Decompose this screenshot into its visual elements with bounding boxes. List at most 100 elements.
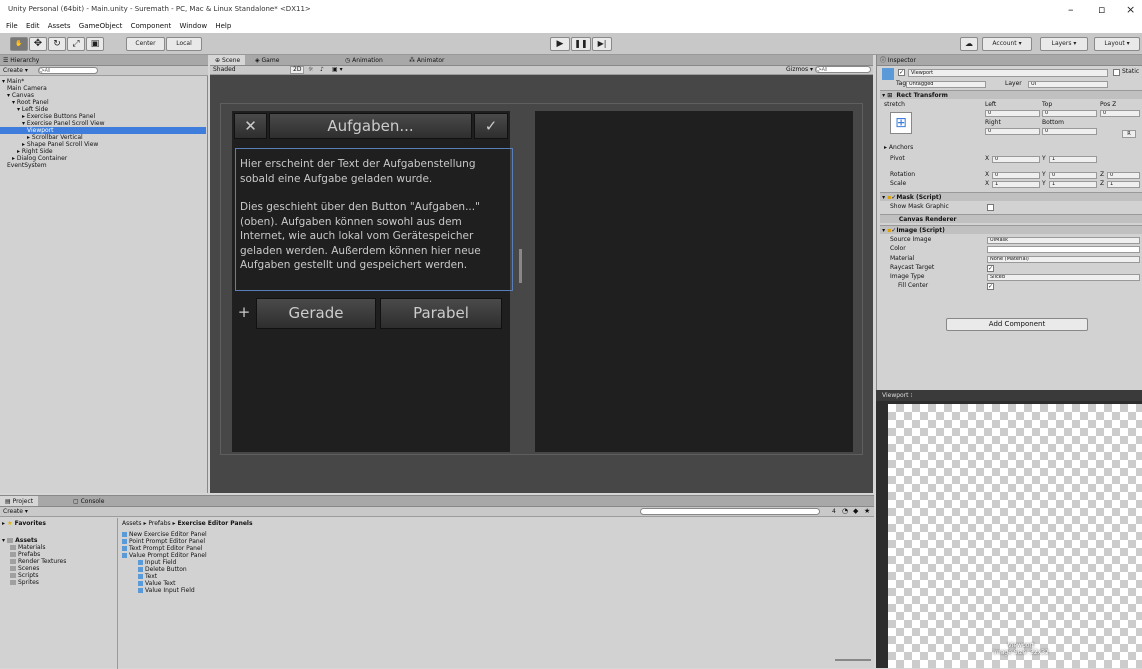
project-file-item[interactable]: Value Text — [138, 580, 176, 587]
breadcrumb-assets[interactable]: Assets — [122, 520, 142, 527]
scale-z-field[interactable]: 1 — [1107, 181, 1140, 188]
play-button[interactable]: ▶ — [550, 37, 570, 51]
mask-header[interactable]: ▾ ▪✓Mask (Script) — [880, 192, 1142, 201]
shading-mode-dropdown[interactable]: Shaded — [213, 66, 236, 73]
minimize-button[interactable]: – — [1068, 3, 1074, 16]
tab-project[interactable]: ▤ Project — [0, 496, 39, 506]
hierarchy-item[interactable]: EventSystem — [0, 162, 206, 169]
anchor-preset-icon[interactable]: ⊞ — [890, 112, 912, 134]
hierarchy-item[interactable]: Viewport — [0, 127, 206, 134]
breadcrumb-current[interactable]: Exercise Editor Panels — [177, 520, 252, 527]
posz-field[interactable]: 0 — [1100, 110, 1140, 117]
rotation-x-field[interactable]: 0 — [992, 172, 1040, 179]
pivot-center-toggle[interactable]: Center — [126, 37, 165, 51]
pause-button[interactable]: ❚❚ — [571, 37, 591, 51]
maximize-button[interactable]: ▫ — [1098, 3, 1105, 16]
scale-tool-icon[interactable]: ⤢ — [67, 37, 85, 51]
mode-2d-toggle[interactable]: 2D — [290, 66, 305, 74]
project-file-item[interactable]: Value Prompt Editor Panel — [122, 552, 207, 559]
project-folder-item[interactable]: Materials — [10, 544, 46, 551]
menu-file[interactable]: File — [6, 20, 18, 33]
hierarchy-item[interactable]: ▸ Exercise Buttons Panel — [0, 113, 206, 120]
project-file-item[interactable]: Text — [138, 573, 157, 580]
image-type-dropdown[interactable]: Sliced — [987, 274, 1140, 281]
assets-item[interactable]: ▾ Assets — [2, 537, 37, 544]
close-icon[interactable]: ✕ — [234, 113, 267, 139]
show-mask-graphic-checkbox[interactable] — [987, 204, 994, 211]
active-checkbox[interactable]: ✓ — [898, 69, 905, 76]
raycast-target-checkbox[interactable]: ✓ — [987, 265, 994, 272]
anchors-label[interactable]: ▸ Anchors — [884, 144, 913, 152]
effects-icon[interactable]: ▣ ▾ — [332, 66, 343, 73]
gerade-button[interactable]: Gerade — [256, 298, 376, 329]
hierarchy-item[interactable]: ▾ Left Side — [0, 106, 206, 113]
scrollbar-handle[interactable] — [519, 249, 522, 283]
plus-icon[interactable]: + — [234, 298, 254, 329]
bottom-field[interactable]: 0 — [1042, 128, 1097, 135]
hierarchy-item[interactable]: ▸ Right Side — [0, 148, 206, 155]
scene-search-input[interactable] — [815, 66, 871, 73]
gizmos-dropdown[interactable]: Gizmos ▾ — [786, 66, 813, 73]
project-folder-item[interactable]: Prefabs — [10, 551, 40, 558]
project-file-item[interactable]: Value Input Field — [138, 587, 195, 594]
close-window-button[interactable]: × — [1126, 3, 1135, 16]
hierarchy-item[interactable]: ▾ Main* — [0, 78, 206, 85]
scale-x-field[interactable]: 1 — [992, 181, 1040, 188]
right-field[interactable]: 0 — [985, 128, 1040, 135]
rect-transform-header[interactable]: ▾ ⊞ Rect Transform — [880, 90, 1142, 99]
hierarchy-item[interactable]: ▸ Dialog Container — [0, 155, 206, 162]
filter-label-icon[interactable]: ◆ — [853, 507, 858, 515]
hierarchy-item[interactable]: ▾ Root Panel — [0, 99, 206, 106]
object-name-field[interactable]: Viewport — [908, 69, 1108, 77]
layout-dropdown[interactable]: Layout ▾ — [1094, 37, 1140, 51]
tag-dropdown[interactable]: Untagged — [906, 81, 986, 88]
rect-tool-icon[interactable]: ▣ — [86, 37, 104, 51]
pivot-x-field[interactable]: 0 — [992, 156, 1040, 163]
project-file-item[interactable]: Delete Button — [138, 566, 187, 573]
tab-animator[interactable]: ⁂ Animator — [404, 55, 450, 65]
menu-edit[interactable]: Edit — [26, 20, 40, 33]
add-component-button[interactable]: Add Component — [946, 318, 1088, 331]
project-file-item[interactable]: Point Prompt Editor Panel — [122, 538, 205, 545]
step-button[interactable]: ▶| — [592, 37, 612, 51]
hierarchy-item[interactable]: Main Camera — [0, 85, 206, 92]
hierarchy-create-button[interactable]: Create ▾ — [3, 67, 28, 74]
scale-y-field[interactable]: 1 — [1049, 181, 1097, 188]
project-file-item[interactable]: New Exercise Editor Panel — [122, 531, 207, 538]
rotation-y-field[interactable]: 0 — [1049, 172, 1097, 179]
menu-assets[interactable]: Assets — [48, 20, 71, 33]
raw-edit-button[interactable]: R — [1122, 130, 1136, 138]
space-local-toggle[interactable]: Local — [166, 37, 202, 51]
menu-component[interactable]: Component — [131, 20, 172, 33]
account-dropdown[interactable]: Account ▾ — [982, 37, 1032, 51]
rotation-z-field[interactable]: 0 — [1107, 172, 1140, 179]
hand-tool-icon[interactable]: ✋ — [10, 37, 28, 51]
menu-gameobject[interactable]: GameObject — [79, 20, 123, 33]
star-icon[interactable]: ★ — [864, 507, 870, 515]
top-field[interactable]: 0 — [1042, 110, 1097, 117]
tab-game[interactable]: ◈ Game — [250, 55, 284, 65]
cloud-icon[interactable]: ☁ — [960, 37, 978, 51]
rotate-tool-icon[interactable]: ↻ — [48, 37, 66, 51]
canvas-renderer-header[interactable]: Canvas Renderer — [880, 214, 1142, 223]
inspector-tab[interactable]: ⓘ Inspector — [877, 55, 1142, 66]
breadcrumb-prefabs[interactable]: Prefabs — [148, 520, 170, 527]
move-tool-icon[interactable]: ✥ — [29, 37, 47, 51]
fill-center-checkbox[interactable]: ✓ — [987, 283, 994, 290]
hierarchy-item[interactable]: ▸ Scrollbar Vertical — [0, 134, 206, 141]
check-icon[interactable]: ✓ — [474, 113, 508, 139]
hierarchy-search-input[interactable] — [38, 67, 98, 74]
lighting-icon[interactable]: ☼ — [308, 66, 313, 73]
favorites-item[interactable]: ▸ ★ Favorites — [2, 520, 46, 527]
scene-view[interactable]: ✕ Aufgaben... ✓ Hier erscheint der Text … — [210, 75, 873, 493]
audio-icon[interactable]: ♪ — [320, 66, 324, 73]
hierarchy-tab[interactable]: ☰ Hierarchy — [0, 55, 208, 66]
static-checkbox[interactable] — [1113, 69, 1120, 76]
tab-scene[interactable]: ⊕ Scene — [210, 55, 246, 65]
filter-type-icon[interactable]: ◔ — [842, 507, 848, 515]
project-folder-item[interactable]: Scripts — [10, 572, 39, 579]
hierarchy-item[interactable]: ▾ Canvas — [0, 92, 206, 99]
menu-window[interactable]: Window — [180, 20, 208, 33]
image-header[interactable]: ▾ ▪✓Image (Script) — [880, 225, 1142, 234]
tab-console[interactable]: ▢ Console — [68, 496, 109, 506]
